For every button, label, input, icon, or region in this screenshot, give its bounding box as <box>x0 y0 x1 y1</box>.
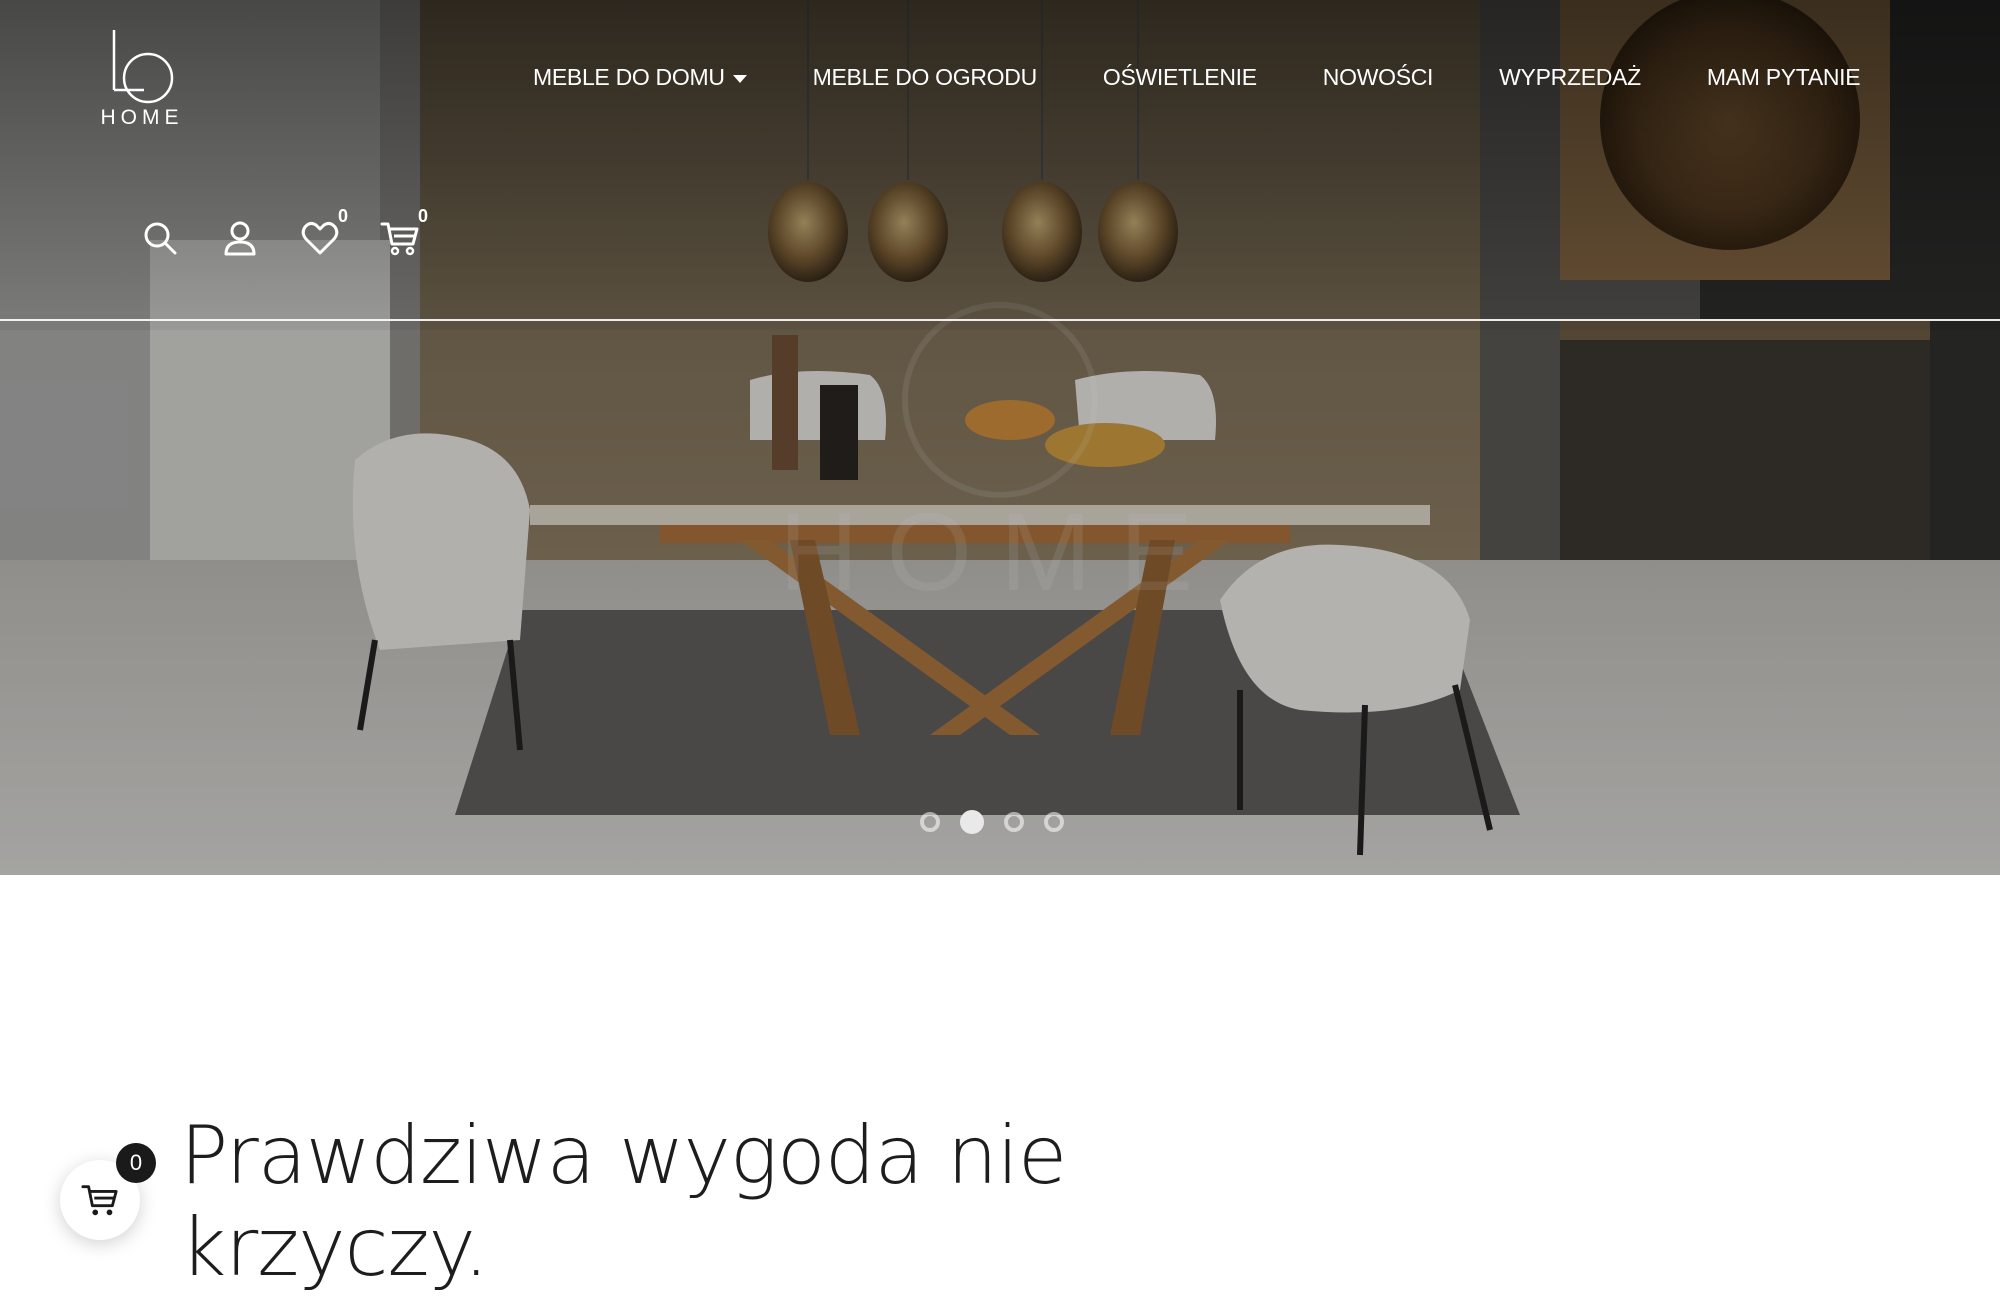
nav-item-oswietlenie[interactable]: OŚWIETLENIE <box>1103 64 1257 91</box>
floating-cart-count: 0 <box>116 1143 156 1183</box>
cart-icon <box>81 1185 118 1216</box>
user-icon <box>224 221 256 256</box>
nav-item-label: MAM PYTANIE <box>1706 64 1861 90</box>
site-logo[interactable]: HOME <box>96 28 188 132</box>
nav-item-mam-pytanie[interactable]: MAM PYTANIE <box>1706 64 1861 91</box>
slider-dot-1[interactable] <box>920 812 940 832</box>
slider-dot-3[interactable] <box>1004 812 1024 832</box>
search-icon <box>144 222 177 255</box>
wishlist-count: 0 <box>337 206 348 226</box>
slider-pagination <box>920 810 1064 834</box>
section-headline: Prawdziwa wygoda nie krzyczy. <box>180 1109 1067 1294</box>
heart-icon <box>301 221 339 255</box>
nav-item-wyprzedaz[interactable]: WYPRZEDAŻ <box>1499 64 1641 91</box>
slider-dot-2[interactable] <box>960 810 984 834</box>
logo-text: HOME <box>100 106 184 129</box>
search-button[interactable] <box>140 218 180 262</box>
logo-mark <box>112 30 174 104</box>
slider-dot-4[interactable] <box>1044 812 1064 832</box>
nav-item-meble-do-domu[interactable]: MEBLE DO DOMU <box>533 64 747 91</box>
nav-item-label: WYPRZEDAŻ <box>1499 64 1641 90</box>
main-nav: MEBLE DO DOMU MEBLE DO OGRODU OŚWIETLENI… <box>533 64 1861 91</box>
header-gradient <box>0 0 2000 330</box>
header-divider <box>0 319 2000 321</box>
nav-item-label: OŚWIETLENIE <box>1102 64 1257 90</box>
account-button[interactable] <box>220 218 260 262</box>
nav-item-label: MEBLE DO OGRODU <box>812 64 1038 90</box>
chevron-down-icon <box>732 75 747 83</box>
nav-item-label: NOWOŚCI <box>1322 64 1434 90</box>
hero-banner: HOME <box>0 0 2000 875</box>
wishlist-button[interactable]: 0 <box>300 206 348 262</box>
nav-item-meble-do-ogrodu[interactable]: MEBLE DO OGRODU <box>812 64 1038 91</box>
cart-icon <box>380 222 419 256</box>
cart-button[interactable]: 0 <box>380 206 428 262</box>
cart-count: 0 <box>417 206 428 226</box>
nav-item-nowosci[interactable]: NOWOŚCI <box>1322 64 1434 91</box>
nav-item-label: MEBLE DO DOMU <box>533 64 725 90</box>
